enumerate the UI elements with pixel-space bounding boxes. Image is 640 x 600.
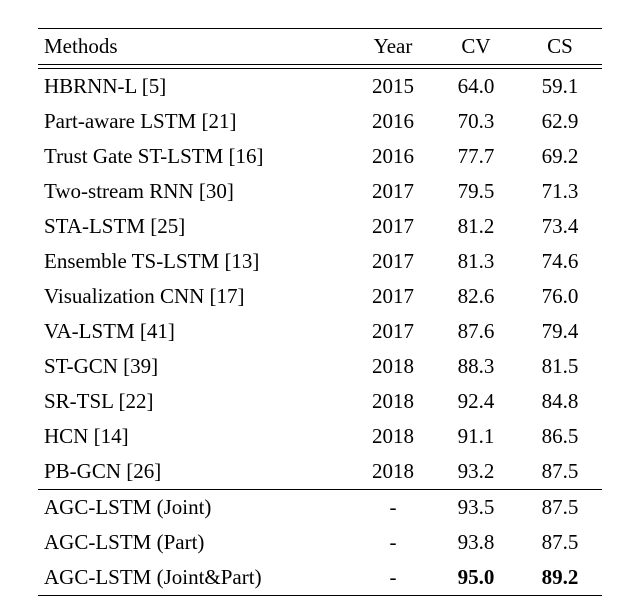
- cell-cv: 81.2: [434, 209, 518, 244]
- cell-year: 2018: [352, 419, 434, 454]
- table-row: AGC-LSTM (Part) - 93.8 87.5: [38, 525, 602, 560]
- cell-cv: 93.8: [434, 525, 518, 560]
- cell-method: AGC-LSTM (Joint): [38, 490, 352, 526]
- bottom-rule: [38, 595, 602, 596]
- table-row: ST-GCN [39] 2018 88.3 81.5: [38, 349, 602, 384]
- table-row: AGC-LSTM (Joint&Part) - 95.0 89.2: [38, 560, 602, 595]
- cell-method: PB-GCN [26]: [38, 454, 352, 489]
- cell-cv: 92.4: [434, 384, 518, 419]
- cell-year: 2018: [352, 384, 434, 419]
- table-figure: Methods Year CV CS HBRNN-L [5] 2015 64.0…: [0, 0, 640, 596]
- cell-year: 2017: [352, 244, 434, 279]
- cell-year: 2017: [352, 209, 434, 244]
- table-row: AGC-LSTM (Joint) - 93.5 87.5: [38, 490, 602, 526]
- cell-method: Trust Gate ST-LSTM [16]: [38, 139, 352, 174]
- cell-cs: 73.4: [518, 209, 602, 244]
- cell-cs: 81.5: [518, 349, 602, 384]
- cell-cv: 79.5: [434, 174, 518, 209]
- col-year: Year: [352, 29, 434, 65]
- table-row: SR-TSL [22] 2018 92.4 84.8: [38, 384, 602, 419]
- cell-method: Part-aware LSTM [21]: [38, 104, 352, 139]
- table-row: HCN [14] 2018 91.1 86.5: [38, 419, 602, 454]
- cell-cs: 87.5: [518, 454, 602, 489]
- cell-cv: 88.3: [434, 349, 518, 384]
- cell-cs: 79.4: [518, 314, 602, 349]
- cell-year: 2018: [352, 349, 434, 384]
- cell-year: 2015: [352, 69, 434, 105]
- results-table: Methods Year CV CS HBRNN-L [5] 2015 64.0…: [38, 28, 602, 596]
- table-row: Trust Gate ST-LSTM [16] 2016 77.7 69.2: [38, 139, 602, 174]
- table-row: Visualization CNN [17] 2017 82.6 76.0: [38, 279, 602, 314]
- cell-cv: 91.1: [434, 419, 518, 454]
- cell-method: HCN [14]: [38, 419, 352, 454]
- table-row: PB-GCN [26] 2018 93.2 87.5: [38, 454, 602, 489]
- cell-method: AGC-LSTM (Part): [38, 525, 352, 560]
- cell-cv: 93.5: [434, 490, 518, 526]
- cell-method: AGC-LSTM (Joint&Part): [38, 560, 352, 595]
- cell-cs: 76.0: [518, 279, 602, 314]
- cell-cv: 81.3: [434, 244, 518, 279]
- cell-method: Ensemble TS-LSTM [13]: [38, 244, 352, 279]
- cell-cv: 87.6: [434, 314, 518, 349]
- cell-cs: 86.5: [518, 419, 602, 454]
- cell-cv: 70.3: [434, 104, 518, 139]
- table-row: HBRNN-L [5] 2015 64.0 59.1: [38, 69, 602, 105]
- cell-method: SR-TSL [22]: [38, 384, 352, 419]
- cell-cs: 71.3: [518, 174, 602, 209]
- cell-cv: 93.2: [434, 454, 518, 489]
- table-row: VA-LSTM [41] 2017 87.6 79.4: [38, 314, 602, 349]
- cell-year: 2017: [352, 314, 434, 349]
- table-row: Two-stream RNN [30] 2017 79.5 71.3: [38, 174, 602, 209]
- cell-method: VA-LSTM [41]: [38, 314, 352, 349]
- table-row: Part-aware LSTM [21] 2016 70.3 62.9: [38, 104, 602, 139]
- col-cv: CV: [434, 29, 518, 65]
- cell-cv: 82.6: [434, 279, 518, 314]
- col-methods: Methods: [38, 29, 352, 65]
- cell-year: 2016: [352, 104, 434, 139]
- table-row: Ensemble TS-LSTM [13] 2017 81.3 74.6: [38, 244, 602, 279]
- cell-year: -: [352, 490, 434, 526]
- table-header-row: Methods Year CV CS: [38, 29, 602, 65]
- cell-cv: 77.7: [434, 139, 518, 174]
- cell-year: 2016: [352, 139, 434, 174]
- cell-cv: 95.0: [434, 560, 518, 595]
- cell-year: 2018: [352, 454, 434, 489]
- cell-method: Visualization CNN [17]: [38, 279, 352, 314]
- cell-cs: 89.2: [518, 560, 602, 595]
- cell-year: 2017: [352, 174, 434, 209]
- col-cs: CS: [518, 29, 602, 65]
- cell-year: -: [352, 560, 434, 595]
- cell-method: STA-LSTM [25]: [38, 209, 352, 244]
- cell-cs: 84.8: [518, 384, 602, 419]
- cell-cs: 87.5: [518, 525, 602, 560]
- cell-cv: 64.0: [434, 69, 518, 105]
- cell-year: 2017: [352, 279, 434, 314]
- cell-cs: 62.9: [518, 104, 602, 139]
- cell-cs: 69.2: [518, 139, 602, 174]
- cell-method: ST-GCN [39]: [38, 349, 352, 384]
- cell-cs: 74.6: [518, 244, 602, 279]
- cell-year: -: [352, 525, 434, 560]
- cell-method: Two-stream RNN [30]: [38, 174, 352, 209]
- cell-cs: 59.1: [518, 69, 602, 105]
- table-row: STA-LSTM [25] 2017 81.2 73.4: [38, 209, 602, 244]
- cell-cs: 87.5: [518, 490, 602, 526]
- cell-method: HBRNN-L [5]: [38, 69, 352, 105]
